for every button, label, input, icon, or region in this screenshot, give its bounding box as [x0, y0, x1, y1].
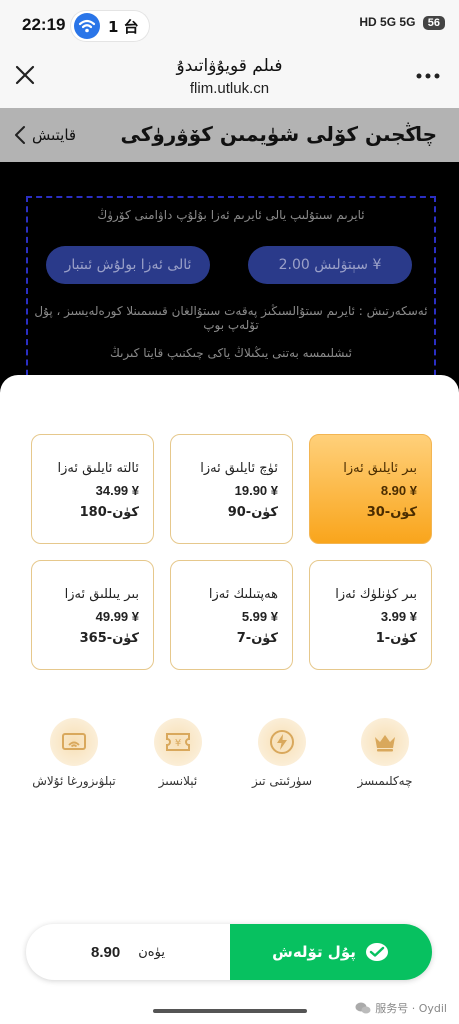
svg-text:¥: ¥	[175, 738, 181, 749]
feature-tv-cast: تېلۋىزورغا ئۇلاش	[24, 718, 124, 788]
more-button[interactable]	[411, 64, 445, 88]
total-area: 8.90 يۈەن	[26, 924, 230, 980]
plan-price: 34.99 ¥	[95, 483, 139, 498]
browser-header: فىلم قويۇۋاتىدۇ flim.utluk.cn	[0, 50, 459, 108]
plan-duration: 365-كۈن	[79, 631, 139, 646]
tv-cast-icon	[50, 718, 98, 766]
plan-name: ئۈچ ئايلىق ئەزا	[200, 461, 278, 476]
plan-price: 5.99 ¥	[241, 609, 278, 624]
status-indicators: HD 5G 5G 56	[359, 15, 445, 30]
pay-button[interactable]: پۇل تۆلەش	[230, 924, 432, 980]
notice-text: ئايرىم سىتۇلىپ يالى ئايرىم ئەزا بۇلۇپ دا…	[97, 208, 365, 222]
plan-card-half-year[interactable]: ئالتە ئايلىق ئەزا 34.99 ¥ 180-كۈن	[31, 434, 154, 544]
plan-card-yearly[interactable]: بىر يىللىق ئەزا 49.99 ¥ 365-كۈن	[31, 560, 154, 670]
plan-price: 49.99 ¥	[95, 609, 139, 624]
network-indicators: HD 5G 5G	[359, 15, 416, 29]
total-label: يۈەن	[138, 944, 165, 960]
pay-label: پۇل تۆلەش	[272, 943, 356, 961]
status-bar: 22:19 1 台 HD 5G 5G 56	[0, 0, 459, 50]
plan-name: بىر يىللىق ئەزا	[64, 587, 139, 602]
nav-bar: قايتىش چاڭجىن كۆلى شۈيمىن كۆۋرۈكى	[0, 108, 459, 162]
notice-line-1: ئەسكەرتىش : ئايرىم سىتۇالسىڭىز پەقەت سىت…	[34, 304, 428, 332]
plan-price: 19.90 ¥	[234, 483, 278, 498]
wifi-icon	[74, 13, 100, 39]
chevron-left-icon	[15, 126, 25, 144]
plan-duration: 90-كۈن	[227, 505, 278, 520]
plan-duration: 7-كۈن	[236, 631, 278, 646]
feature-label: چەكلىمىسز	[357, 774, 413, 788]
plan-card-quarterly[interactable]: ئۈچ ئايلىق ئەزا 19.90 ¥ 90-كۈن	[170, 434, 293, 544]
battery-icon: 56	[422, 16, 445, 30]
plan-name: بىر ئايلىق ئەزا	[343, 461, 417, 476]
plan-duration: 30-كۈن	[366, 505, 417, 520]
feature-unlimited: چەكلىمىسز	[335, 718, 435, 788]
plan-card-monthly[interactable]: بىر ئايلىق ئەزا 8.90 ¥ 30-كۈن	[309, 434, 432, 544]
buy-episode-button[interactable]: سېتۋلىش 2.00 ¥	[248, 246, 412, 284]
hotspot-count: 1 台	[108, 18, 139, 36]
crown-icon	[361, 718, 409, 766]
feature-fast: سۈرئىتى تىز	[232, 718, 332, 788]
wechat-icon	[355, 1002, 371, 1014]
hotspot-pill[interactable]: 1 台	[70, 10, 150, 42]
plan-price: 3.99 ¥	[380, 609, 417, 624]
back-label: قايتىش	[32, 126, 77, 144]
plan-card-weekly[interactable]: ھەپتىلىك ئەزا 5.99 ¥ 7-كۈن	[170, 560, 293, 670]
plan-name: ئالتە ئايلىق ئەزا	[57, 461, 139, 476]
become-member-button[interactable]: ئالى ئەزا بولۇش ئىتبار	[46, 246, 210, 284]
ticket-icon: ¥	[154, 718, 202, 766]
feature-label: تېلۋىزورغا ئۇلاش	[32, 774, 116, 788]
plan-name: ھەپتىلىك ئەزا	[208, 587, 278, 602]
plan-duration: 180-كۈن	[79, 505, 139, 520]
watermark-text: 服务号 · Oydil	[375, 1002, 447, 1015]
feature-label: ئېلانسىز	[158, 774, 198, 788]
home-indicator	[153, 1009, 307, 1013]
plan-price: 8.90 ¥	[380, 483, 417, 498]
back-button[interactable]: قايتىش	[14, 123, 76, 147]
total-amount: 8.90	[91, 943, 121, 961]
feature-label: سۈرئىتى تىز	[251, 774, 313, 788]
nav-title: چاڭجىن كۆلى شۈيمىن كۆۋرۈكى	[120, 122, 437, 146]
page-heading: فىلم قويۇۋاتىدۇ	[176, 56, 283, 76]
watermark: 服务号 · Oydil	[355, 1000, 447, 1016]
plan-duration: 1-كۈن	[375, 631, 417, 646]
more-dots-icon	[416, 73, 440, 79]
wechat-pay-icon	[365, 943, 388, 961]
plan-name: بىر كۈنلۈك ئەزا	[335, 587, 417, 602]
notice-line-2: ئىشلىمسە بەتنى يىڭىلاڭ ياكى چىكنىپ قايتا…	[109, 346, 353, 360]
checkout-bar: 8.90 يۈەن پۇل تۆلەش	[26, 924, 432, 980]
status-time: 22:19	[22, 15, 66, 34]
lightning-icon	[258, 718, 306, 766]
page-url: flim.utluk.cn	[189, 80, 270, 97]
plan-card-daily[interactable]: بىر كۈنلۈك ئەزا 3.99 ¥ 1-كۈن	[309, 560, 432, 670]
feature-no-ads: ¥ ئېلانسىز	[128, 718, 228, 788]
